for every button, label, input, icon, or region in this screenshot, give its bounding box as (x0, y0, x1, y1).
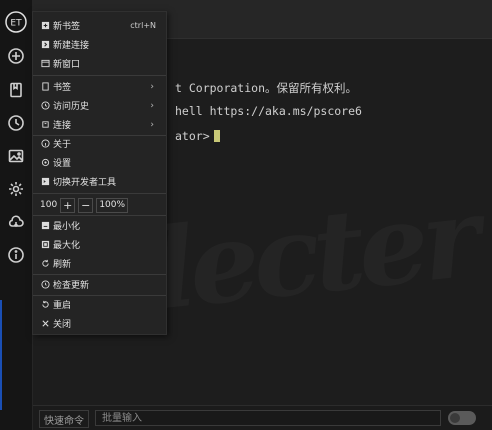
menu-item-connections[interactable]: 连接 › (33, 115, 166, 134)
history-icon (40, 101, 50, 111)
terminal-cursor (213, 130, 220, 142)
menu-label: 新书签 (53, 22, 81, 32)
submenu-arrow-icon: › (150, 100, 154, 111)
zoom-level: 100 (40, 200, 58, 210)
menu-label: 书签 (53, 83, 72, 93)
connection-icon (40, 120, 50, 130)
menu-item-settings[interactable]: 设置 (33, 153, 166, 172)
image-icon[interactable] (4, 144, 28, 168)
toggle-switch[interactable] (448, 411, 476, 425)
toggle-knob (450, 413, 460, 423)
new-connection-icon (40, 40, 50, 50)
terminal-line: t Corporation。保留所有权利。 (175, 81, 358, 95)
menu-label: 关于 (53, 140, 72, 150)
zoom-out-button[interactable]: − (78, 197, 94, 213)
about-icon (40, 139, 50, 149)
new-window-icon (40, 59, 50, 69)
close-icon (40, 319, 50, 329)
menu-item-restart[interactable]: 重启 (33, 295, 166, 314)
devtools-icon (40, 177, 50, 187)
menu-item-bookmarks[interactable]: 书签 › (33, 77, 166, 96)
menu-item-history[interactable]: 访问历史 › (33, 96, 166, 115)
bookmark-icon (40, 82, 50, 92)
logo-icon[interactable]: ET (4, 10, 28, 34)
menu-label: 最小化 (53, 222, 81, 232)
watermark-logo: lecter (147, 172, 481, 335)
settings-icon (40, 158, 50, 168)
menu-item-new-window[interactable]: 新窗口 (33, 54, 166, 73)
menu-label: 最大化 (53, 241, 81, 251)
quick-command-button[interactable]: 快速命令 (39, 410, 89, 428)
info-icon[interactable] (4, 243, 28, 267)
history-icon[interactable] (4, 111, 28, 135)
settings-icon[interactable] (4, 177, 28, 201)
menu-label: 新窗口 (53, 60, 81, 70)
refresh-icon (40, 259, 50, 269)
menu-divider (33, 193, 166, 194)
rail-accent (0, 300, 2, 410)
menu-label: 重启 (53, 301, 72, 311)
menu-label: 刷新 (53, 260, 72, 270)
svg-text:ET: ET (10, 19, 22, 29)
submenu-arrow-icon: › (150, 81, 154, 92)
menu-item-maximize[interactable]: 最大化 (33, 235, 166, 254)
restart-icon (40, 300, 50, 310)
cloud-sync-icon[interactable] (4, 210, 28, 234)
menu-label: 访问历史 (53, 102, 90, 112)
batch-input[interactable] (95, 410, 441, 426)
check-update-icon (40, 280, 50, 290)
maximize-icon (40, 240, 50, 250)
menu-label: 检查更新 (53, 281, 90, 291)
menu-item-minimize[interactable]: 最小化 (33, 216, 166, 235)
menu-label: 切换开发者工具 (53, 178, 117, 188)
menu-label: 设置 (53, 159, 72, 169)
menu-label: 关闭 (53, 320, 72, 330)
menu-item-new-connection[interactable]: 新建连接 (33, 35, 166, 54)
minimize-icon (40, 221, 50, 231)
menu-item-close[interactable]: 关闭 (33, 314, 166, 333)
add-icon[interactable] (4, 44, 28, 68)
zoom-controls: 100 + − 100% (33, 196, 166, 214)
menu-label: 新建连接 (53, 41, 90, 51)
zoom-reset-button[interactable]: 100% (96, 197, 129, 213)
terminal-prompt: ator> (175, 129, 220, 143)
submenu-arrow-icon: › (150, 119, 154, 130)
menu-divider (33, 75, 166, 76)
menu-item-check-update[interactable]: 检查更新 (33, 275, 166, 294)
prompt-text: ator> (175, 129, 210, 143)
main-menu: 新书签 ctrl+N 新建连接 新窗口 书签 › 访问历史 › 连接 › 关于 … (32, 11, 167, 335)
menu-item-devtools[interactable]: 切换开发者工具 (33, 172, 166, 191)
menu-item-new-bookmark[interactable]: 新书签 ctrl+N (33, 16, 166, 35)
menu-item-about[interactable]: 关于 (33, 134, 166, 153)
shortcut-hint: ctrl+N (130, 21, 156, 30)
left-rail: ET (0, 0, 33, 430)
zoom-in-button[interactable]: + (60, 197, 76, 213)
new-bookmark-icon (40, 21, 50, 31)
terminal-line: hell https://aka.ms/pscore6 (175, 104, 362, 118)
menu-label: 连接 (53, 121, 72, 131)
bottom-bar: 快速命令 (33, 405, 492, 430)
bookmark-icon[interactable] (4, 78, 28, 102)
menu-item-refresh[interactable]: 刷新 (33, 254, 166, 273)
